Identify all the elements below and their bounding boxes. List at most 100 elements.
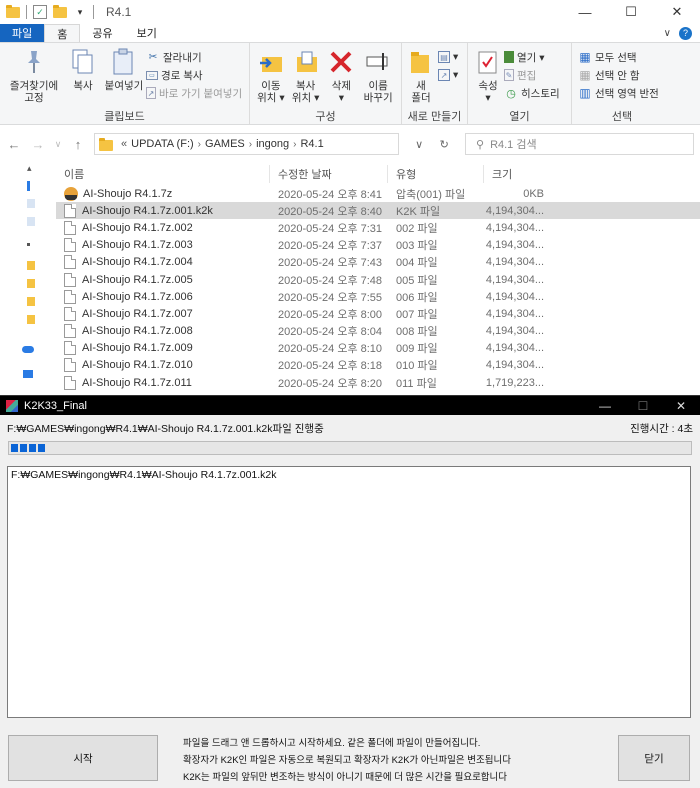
ribbon-collapse-icon[interactable]: ∨ [664, 28, 671, 39]
file-row[interactable]: AI-Shoujo R4.1.7z.005 2020-05-24 오후 7:48 0… [56, 271, 700, 288]
paste-button[interactable]: 붙여넣기 [102, 45, 146, 108]
nav-folder-icon[interactable] [27, 315, 35, 324]
invert-selection-icon: ▥ [579, 86, 591, 100]
file-size: 1,719,223... [485, 376, 544, 389]
address-bar[interactable]: « UPDATA (F:) › GAMES › ingong › R4.1 [94, 133, 399, 155]
tab-file[interactable]: 파일 [0, 24, 45, 42]
back-arrow-icon[interactable]: ← [6, 137, 22, 152]
column-header-size[interactable]: 크기 [484, 165, 544, 183]
rename-button[interactable]: 이름 바꾸기 [359, 45, 397, 108]
file-row[interactable]: AI-Shoujo R4.1.7z.004 2020-05-24 오후 7:43 0… [56, 254, 700, 271]
copy-icon [70, 47, 96, 77]
copy-path-button[interactable]: ▭ 경로 복사 [146, 67, 242, 83]
edit-button[interactable]: ✎ 편집 [504, 67, 560, 83]
chevron-down-icon[interactable]: ∨ [415, 138, 423, 151]
this-pc-icon[interactable] [23, 370, 33, 378]
forward-arrow-icon[interactable]: → [30, 137, 46, 152]
nav-item-icon[interactable] [27, 199, 35, 208]
chevron-right-icon[interactable]: › [249, 139, 252, 150]
file-row[interactable]: AI-Shoujo R4.1.7z 2020-05-24 오후 8:41 압축(00… [56, 185, 700, 202]
k2k-minimize-button[interactable]: — [586, 399, 624, 413]
k2k-status-text: F:₩GAMES₩ingong₩R4.1₩AI-Shoujo R4.1.7z.0… [7, 422, 324, 435]
file-date: 2020-05-24 오후 8:40 [278, 205, 383, 218]
properties-check-icon[interactable]: ✓ [33, 5, 47, 19]
move-to-button[interactable]: 이동 위치 ▾ [254, 45, 288, 108]
copy-to-label: 복사 위치 ▾ [291, 80, 320, 104]
search-box[interactable]: ⚲ R4.1 검색 [465, 133, 694, 155]
file-row[interactable]: AI-Shoujo R4.1.7z.003 2020-05-24 오후 7:37 0… [56, 237, 700, 254]
nav-item-icon[interactable] [27, 243, 30, 246]
help-icon[interactable]: ? [679, 26, 692, 40]
file-row[interactable]: AI-Shoujo R4.1.7z.002 2020-05-24 오후 7:31 0… [56, 219, 700, 236]
onedrive-cloud-icon[interactable] [22, 346, 34, 353]
select-all-button[interactable]: ▦ 모두 선택 [578, 49, 659, 65]
maximize-button[interactable]: ☐ [608, 0, 654, 24]
cut-button[interactable]: ✂ 잘라내기 [146, 49, 242, 65]
new-folder-quick-icon[interactable] [53, 4, 67, 19]
nav-folder-icon[interactable] [27, 261, 35, 270]
file-type: 005 파일 [396, 274, 438, 287]
column-header-type[interactable]: 유형 [388, 165, 484, 183]
minimize-button[interactable]: — [562, 0, 608, 24]
file-row[interactable]: AI-Shoujo R4.1.7z.008 2020-05-24 오후 8:04 0… [56, 323, 700, 340]
select-none-icon: ▦ [579, 68, 591, 82]
file-row[interactable]: AI-Shoujo R4.1.7z.001.k2k 2020-05-24 오후 8… [56, 202, 700, 220]
invert-selection-button[interactable]: ▥ 선택 영역 반전 [578, 85, 658, 101]
file-type: 011 파일 [396, 377, 437, 390]
delete-button[interactable]: 삭제 ▾ [324, 45, 360, 108]
file-row[interactable]: AI-Shoujo R4.1.7z.007 2020-05-24 오후 8:00 0… [56, 305, 700, 322]
new-folder-button[interactable]: 새 폴더 [406, 45, 436, 108]
k2k-log-box[interactable]: F:₩GAMES₩ingong₩R4.1₩AI-Shoujo R4.1.7z.0… [7, 466, 691, 718]
file-name-cell: AI-Shoujo R4.1.7z.010 [56, 358, 270, 373]
file-name-cell: AI-Shoujo R4.1.7z.001.k2k [56, 203, 270, 218]
tab-home[interactable]: 홈 [44, 24, 81, 42]
k2k-maximize-button[interactable]: ☐ [624, 399, 662, 413]
scroll-up-icon[interactable]: ▴ [27, 163, 37, 173]
easy-access-button[interactable]: ↗ ▾ [438, 67, 458, 83]
k2k-info-text: 파일을 드래그 앤 드롭하시고 시작하세요. 같은 폴더에 파일이 만들어집니다… [183, 735, 511, 786]
column-header-name[interactable]: 이름 [56, 165, 270, 183]
column-header-date[interactable]: 수정한 날짜 [270, 165, 388, 183]
file-row[interactable]: AI-Shoujo R4.1.7z.009 2020-05-24 오후 8:10 0… [56, 340, 700, 357]
history-button[interactable]: ◷ 히스토리 [504, 85, 559, 101]
progress-block [20, 444, 27, 452]
breadcrumb-drive[interactable]: UPDATA (F:) [131, 138, 194, 150]
nav-folder-icon[interactable] [27, 279, 35, 288]
breadcrumb-games[interactable]: GAMES [205, 138, 245, 150]
file-icon [64, 289, 76, 304]
file-size: 4,194,304... [485, 342, 544, 355]
pin-quick-access-button[interactable]: 즐겨찾기에 고정 [4, 45, 64, 108]
copy-to-button[interactable]: 복사 위치 ▾ [288, 45, 324, 108]
nav-item-icon[interactable] [27, 217, 35, 226]
paste-icon [111, 47, 137, 77]
file-row[interactable]: AI-Shoujo R4.1.7z.010 2020-05-24 오후 8:18 0… [56, 357, 700, 374]
new-item-button[interactable]: ▤ ▾ [438, 49, 458, 65]
close-button[interactable]: ✕ [654, 0, 700, 24]
close-dialog-button[interactable]: 닫기 [618, 735, 690, 781]
file-name: AI-Shoujo R4.1.7z.009 [82, 342, 193, 355]
file-row[interactable]: AI-Shoujo R4.1.7z.011 2020-05-24 오후 8:20 0… [56, 374, 700, 391]
quick-access-star-icon[interactable] [27, 181, 30, 191]
refresh-icon[interactable]: ↻ [440, 138, 449, 151]
file-icon [64, 358, 76, 373]
paste-shortcut-button[interactable]: ↗ 바로 가기 붙여넣기 [146, 85, 242, 101]
open-button[interactable]: 열기 ▾ [504, 49, 560, 65]
tab-view[interactable]: 보기 [125, 24, 169, 42]
start-button[interactable]: 시작 [8, 735, 158, 781]
quick-access-dropdown-icon[interactable]: ▾ [73, 5, 87, 19]
paste-label: 붙여넣기 [104, 80, 144, 92]
tab-share[interactable]: 공유 [80, 24, 124, 42]
up-arrow-icon[interactable]: ↑ [70, 137, 86, 152]
file-rows: AI-Shoujo R4.1.7z 2020-05-24 오후 8:41 압축(00… [56, 185, 700, 391]
breadcrumb-ingong[interactable]: ingong [256, 138, 289, 150]
chevron-right-icon[interactable]: › [293, 139, 296, 150]
breadcrumb-r41[interactable]: R4.1 [300, 138, 323, 150]
file-row[interactable]: AI-Shoujo R4.1.7z.006 2020-05-24 오후 7:55 0… [56, 288, 700, 305]
nav-folder-icon[interactable] [27, 297, 35, 306]
k2k-close-button[interactable]: ✕ [662, 399, 700, 413]
select-none-button[interactable]: ▦ 선택 안 함 [578, 67, 659, 83]
recent-dropdown-icon[interactable]: ∨ [54, 139, 62, 150]
copy-button[interactable]: 복사 [64, 45, 102, 108]
chevron-right-icon[interactable]: › [198, 139, 201, 150]
properties-button[interactable]: 속성 ▾ [472, 45, 504, 108]
